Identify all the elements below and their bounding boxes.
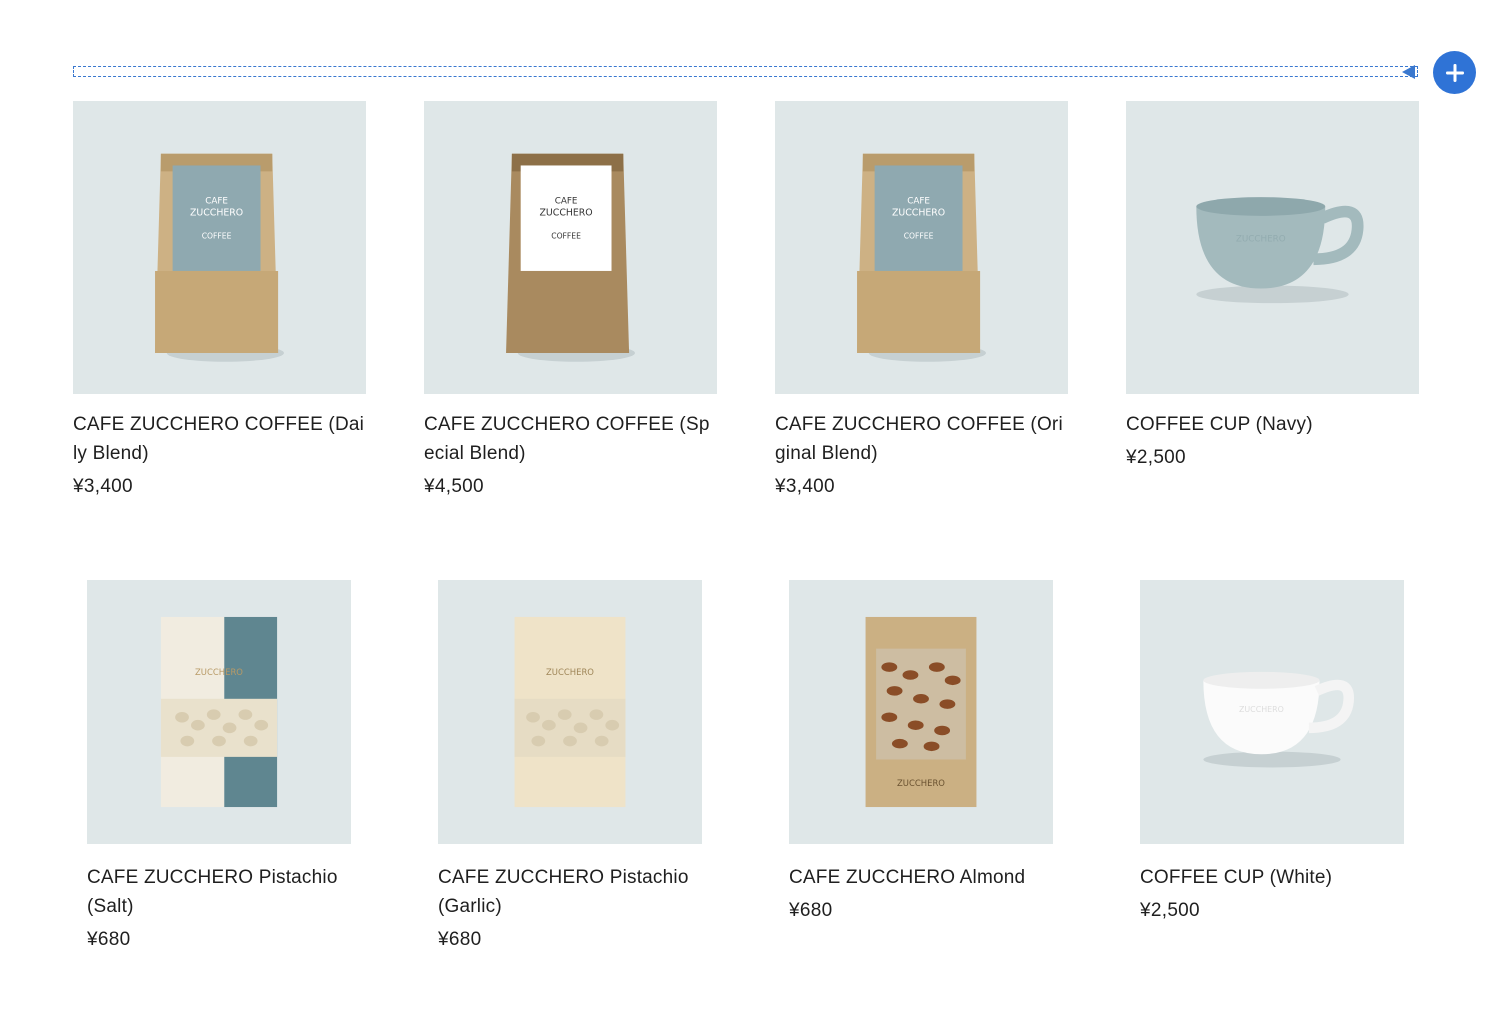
insert-drop-indicator [73, 66, 1418, 77]
product-image[interactable]: ZUCCHERO [1126, 101, 1419, 394]
product-price: ¥680 [87, 929, 131, 950]
svg-text:COFFEE: COFFEE [551, 232, 581, 241]
product-card[interactable]: ZUCCHERO CAFE ZUCCHERO Almond ¥680 [789, 580, 1057, 924]
insert-arrow-icon [1402, 65, 1415, 79]
product-name[interactable]: CAFE ZUCCHERO COFFEE (Special Blend) [424, 410, 717, 468]
svg-text:ZUCCHERO: ZUCCHERO [892, 207, 945, 218]
product-card[interactable]: CAFE ZUCCHERO COFFEE CAFE ZUCCHERO COFFE… [424, 101, 717, 500]
pistachio-pouch-image: ZUCCHERO [160, 616, 278, 808]
svg-text:ZUCCHERO: ZUCCHERO [546, 667, 594, 677]
coffee-cup-image: ZUCCHERO [1203, 671, 1354, 768]
product-image[interactable]: ZUCCHERO [789, 580, 1053, 844]
product-name[interactable]: CAFE ZUCCHERO COFFEE (Daily Blend) [73, 410, 366, 468]
svg-text:ZUCCHERO: ZUCCHERO [897, 778, 945, 788]
product-price: ¥2,500 [1126, 447, 1186, 468]
coffee-bag-image: CAFE ZUCCHERO COFFEE [155, 153, 284, 362]
svg-text:CAFE: CAFE [555, 197, 578, 207]
product-price: ¥3,400 [775, 476, 835, 497]
product-price: ¥2,500 [1140, 900, 1200, 921]
product-image[interactable]: ZUCCHERO [438, 580, 702, 844]
pistachio-pouch-image: ZUCCHERO [514, 616, 626, 808]
svg-text:CAFE: CAFE [205, 197, 228, 207]
product-price: ¥4,500 [424, 476, 484, 497]
product-image[interactable]: CAFE ZUCCHERO COFFEE [424, 101, 717, 394]
product-name[interactable]: CAFE ZUCCHERO Pistachio (Garlic) [438, 863, 706, 921]
product-name[interactable]: COFFEE CUP (White) [1140, 863, 1408, 892]
coffee-bag-image: CAFE ZUCCHERO COFFEE [506, 153, 635, 362]
product-image[interactable]: CAFE ZUCCHERO COFFEE [775, 101, 1068, 394]
product-price: ¥3,400 [73, 476, 133, 497]
coffee-cup-image: ZUCCHERO [1196, 197, 1364, 304]
product-name[interactable]: CAFE ZUCCHERO COFFEE (Original Blend) [775, 410, 1068, 468]
add-section-button[interactable] [1433, 51, 1476, 94]
product-name[interactable]: CAFE ZUCCHERO Almond [789, 863, 1057, 892]
svg-text:ZUCCHERO: ZUCCHERO [190, 207, 243, 218]
plus-icon [1445, 63, 1464, 82]
product-card[interactable]: CAFE ZUCCHERO COFFEE CAFE ZUCCHERO COFFE… [73, 101, 366, 500]
product-price: ¥680 [438, 929, 482, 950]
svg-text:ZUCCHERO: ZUCCHERO [540, 207, 593, 218]
product-card[interactable]: CAFE ZUCCHERO COFFEE CAFE ZUCCHERO COFFE… [775, 101, 1068, 500]
product-card[interactable]: ZUCCHERO COFFEE CUP (White) ¥2,500 [1140, 580, 1408, 924]
product-card[interactable]: ZUCCHERO CAFE ZUCCHERO Pistachio (Salt) … [87, 580, 355, 953]
almond-pouch-image: ZUCCHERO [865, 616, 977, 808]
svg-text:ZUCCHERO: ZUCCHERO [195, 667, 243, 677]
svg-text:COFFEE: COFFEE [202, 232, 232, 241]
product-image[interactable]: CAFE ZUCCHERO COFFEE [73, 101, 366, 394]
product-price: ¥680 [789, 900, 833, 921]
svg-text:ZUCCHERO: ZUCCHERO [1236, 235, 1286, 245]
product-name[interactable]: COFFEE CUP (Navy) [1126, 410, 1419, 439]
product-card[interactable]: ZUCCHERO COFFEE CUP (Navy) ¥2,500 [1126, 101, 1419, 471]
coffee-bag-image: CAFE ZUCCHERO COFFEE [857, 153, 986, 362]
product-card[interactable]: ZUCCHERO CAFE ZUCCHERO Pistachio (Garlic… [438, 580, 706, 953]
svg-text:ZUCCHERO: ZUCCHERO [1239, 705, 1284, 714]
product-image[interactable]: ZUCCHERO [87, 580, 351, 844]
svg-text:COFFEE: COFFEE [904, 232, 934, 241]
svg-text:CAFE: CAFE [907, 197, 930, 207]
product-image[interactable]: ZUCCHERO [1140, 580, 1404, 844]
product-name[interactable]: CAFE ZUCCHERO Pistachio (Salt) [87, 863, 355, 921]
